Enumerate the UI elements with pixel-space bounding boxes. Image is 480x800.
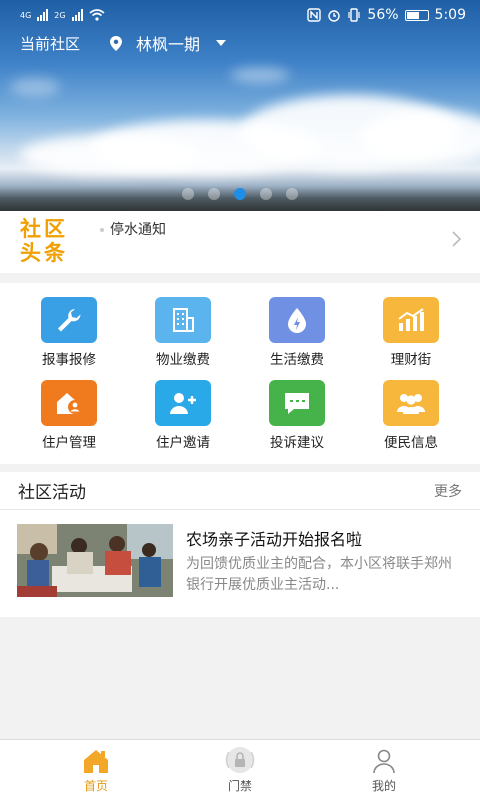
service-label: 报事报修 [42,352,96,368]
service-label: 物业缴费 [156,352,210,368]
service-label: 住户邀请 [156,435,210,451]
community-activity-section: 社区活动 更多 农场亲子活动开始报名啦 为回馈优质业主的配合，本小区将联手郑州银… [0,472,480,617]
service-finance-street[interactable]: 理财街 [351,297,471,368]
lock-icon [225,747,255,773]
headline-notice[interactable]: 停水通知 [100,219,166,239]
service-property-fee[interactable]: 物业缴费 [123,297,243,368]
clock: 5:09 [434,7,466,23]
add-user-icon [155,380,211,426]
bottom-tab-bar: 首页 门禁 我的 [0,739,480,800]
vibrate-icon [348,8,361,22]
service-label: 便民信息 [384,435,438,451]
carousel-indicator [0,188,480,200]
community-headlines[interactable]: 社区 头条 停水通知 [0,211,480,273]
location-pin-icon [110,35,123,51]
tab-access-control[interactable]: 门禁 [160,740,320,800]
battery-icon [404,9,429,21]
service-report-repair[interactable]: 报事报修 [9,297,129,368]
banner-cloud [230,68,290,82]
status-bar: 4G 2G 56% 5:09 [0,0,480,30]
network-type-label: 4G [20,10,32,20]
activity-title: 农场亲子活动开始报名啦 [186,530,363,549]
people-icon [383,380,439,426]
alarm-icon [328,10,341,22]
tab-home[interactable]: 首页 [16,740,176,800]
tab-mine[interactable]: 我的 [304,740,464,800]
headlines-logo-line2: 头条 [20,241,68,265]
service-label: 理财街 [390,352,432,368]
wrench-icon [41,297,97,343]
headlines-logo-line1: 社区 [20,217,68,241]
chevron-down-icon [216,40,227,46]
chat-icon [269,380,325,426]
headline-notice-text: 停水通知 [110,222,166,238]
tab-label: 门禁 [227,779,252,793]
battery-percent: 56% [367,7,399,23]
carousel-dot-active[interactable] [234,188,246,200]
service-resident-invite[interactable]: 住户邀请 [123,380,243,451]
bar-chart-icon [383,297,439,343]
service-label: 住户管理 [42,435,96,451]
profile-icon [373,749,395,774]
section-title: 社区活动 [18,483,86,503]
home-icon [84,750,108,773]
community-selector[interactable]: 林枫一期 [110,31,227,55]
activity-thumbnail [17,524,173,597]
service-convenience-info[interactable]: 便民信息 [351,380,471,451]
section-header: 社区活动 更多 [0,472,480,510]
banner-cloud [10,78,60,96]
carousel-dot[interactable] [260,188,272,200]
chevron-right-icon[interactable] [452,231,462,247]
community-name: 林枫一期 [136,35,201,54]
more-link[interactable]: 更多 [434,481,462,501]
service-label: 投诉建议 [270,435,324,451]
service-utility-fee[interactable]: 生活缴费 [237,297,357,368]
community-label: 当前社区 [20,34,81,53]
community-selector-bar: 当前社区 林枫一期 [0,30,480,56]
signal-icon [71,9,83,21]
banner-carousel[interactable]: 4G 2G 56% 5:09 当前社区 林枫一期 [0,0,480,211]
signal-icon [37,9,49,21]
utility-drop-icon [269,297,325,343]
house-user-icon [41,380,97,426]
service-complaint-suggestion[interactable]: 投诉建议 [237,380,357,451]
tab-label: 我的 [371,779,396,793]
services-grid: 报事报修 物业缴费 生活缴费 理财街 住户管理 住户邀请 投诉建议 便民信息 [0,283,480,464]
headlines-logo: 社区 头条 [20,217,68,265]
carousel-dot[interactable] [182,188,194,200]
wifi-icon [89,9,105,21]
network-type-label: 2G [54,10,66,20]
service-resident-management[interactable]: 住户管理 [9,380,129,451]
activity-item[interactable]: 农场亲子活动开始报名啦 为回馈优质业主的配合，本小区将联手郑州银行开展优质业主活… [17,524,467,599]
service-label: 生活缴费 [270,352,324,368]
activity-description: 为回馈优质业主的配合，本小区将联手郑州银行开展优质业主活动... [186,556,452,593]
tab-label: 首页 [83,779,108,793]
carousel-dot[interactable] [286,188,298,200]
building-icon [155,297,211,343]
nfc-icon [307,8,322,22]
bullet-icon [100,228,104,232]
carousel-dot[interactable] [208,188,220,200]
